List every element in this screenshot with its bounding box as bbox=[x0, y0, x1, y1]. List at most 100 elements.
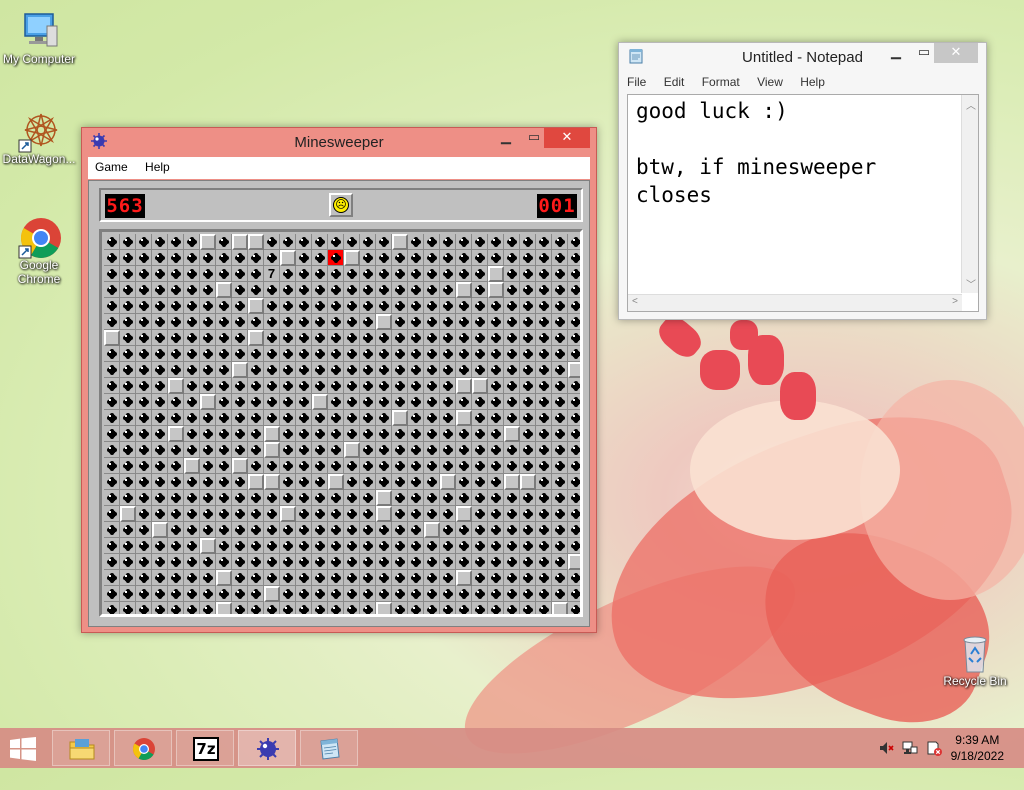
mine-cell[interactable] bbox=[392, 426, 408, 442]
mine-cell[interactable] bbox=[296, 474, 312, 490]
mine-cell[interactable] bbox=[472, 474, 488, 490]
mine-cell[interactable] bbox=[376, 458, 392, 474]
mine-cell[interactable] bbox=[504, 570, 520, 586]
mine-cell[interactable] bbox=[328, 538, 344, 554]
mine-cell[interactable] bbox=[488, 570, 504, 586]
mine-cell[interactable] bbox=[408, 346, 424, 362]
mine-cell[interactable] bbox=[344, 410, 360, 426]
mine-cell[interactable] bbox=[472, 394, 488, 410]
mine-cell[interactable] bbox=[440, 298, 456, 314]
mine-cell[interactable] bbox=[248, 602, 264, 614]
mine-cell[interactable] bbox=[568, 282, 580, 298]
mine-cell[interactable] bbox=[136, 474, 152, 490]
mine-cell[interactable] bbox=[376, 266, 392, 282]
mine-cell[interactable] bbox=[456, 538, 472, 554]
mine-cell[interactable] bbox=[440, 394, 456, 410]
mine-cell[interactable] bbox=[456, 554, 472, 570]
mine-cell[interactable] bbox=[184, 554, 200, 570]
mine-cell[interactable] bbox=[344, 378, 360, 394]
mine-cell[interactable] bbox=[568, 314, 580, 330]
unrevealed-cell[interactable] bbox=[328, 474, 344, 490]
mine-cell[interactable] bbox=[312, 458, 328, 474]
taskbar-file-explorer[interactable] bbox=[52, 730, 110, 766]
mine-cell[interactable] bbox=[376, 378, 392, 394]
mine-cell[interactable] bbox=[456, 458, 472, 474]
mine-cell[interactable] bbox=[168, 538, 184, 554]
mine-cell[interactable] bbox=[168, 602, 184, 614]
mine-cell[interactable] bbox=[552, 490, 568, 506]
mine-cell[interactable] bbox=[472, 234, 488, 250]
mine-cell[interactable] bbox=[248, 554, 264, 570]
mine-cell[interactable] bbox=[344, 362, 360, 378]
mine-cell[interactable] bbox=[120, 266, 136, 282]
mine-cell[interactable] bbox=[136, 234, 152, 250]
mine-cell[interactable] bbox=[440, 378, 456, 394]
mine-cell[interactable] bbox=[424, 442, 440, 458]
mine-cell[interactable] bbox=[280, 458, 296, 474]
mine-cell[interactable] bbox=[328, 522, 344, 538]
mine-cell[interactable] bbox=[248, 314, 264, 330]
mine-cell[interactable] bbox=[472, 490, 488, 506]
mine-cell[interactable] bbox=[200, 378, 216, 394]
unrevealed-cell[interactable] bbox=[104, 330, 120, 346]
mine-cell[interactable] bbox=[536, 410, 552, 426]
mine-cell[interactable] bbox=[184, 586, 200, 602]
mine-cell[interactable] bbox=[232, 410, 248, 426]
mine-cell[interactable] bbox=[216, 410, 232, 426]
mine-cell[interactable] bbox=[312, 442, 328, 458]
unrevealed-cell[interactable] bbox=[376, 602, 392, 614]
mine-cell[interactable] bbox=[328, 378, 344, 394]
unrevealed-cell[interactable] bbox=[456, 378, 472, 394]
mine-cell[interactable] bbox=[392, 266, 408, 282]
mine-cell[interactable] bbox=[360, 522, 376, 538]
mine-cell[interactable] bbox=[360, 506, 376, 522]
mine-cell[interactable] bbox=[456, 298, 472, 314]
mine-cell[interactable] bbox=[536, 602, 552, 614]
mine-cell[interactable] bbox=[216, 394, 232, 410]
unrevealed-cell[interactable] bbox=[472, 378, 488, 394]
unrevealed-cell[interactable] bbox=[488, 266, 504, 282]
mine-cell[interactable] bbox=[568, 506, 580, 522]
mine-cell[interactable] bbox=[216, 458, 232, 474]
unrevealed-cell[interactable] bbox=[216, 282, 232, 298]
mine-cell[interactable] bbox=[360, 298, 376, 314]
mine-cell[interactable] bbox=[200, 298, 216, 314]
mine-cell[interactable] bbox=[408, 570, 424, 586]
mine-cell[interactable] bbox=[552, 250, 568, 266]
unrevealed-cell[interactable] bbox=[392, 234, 408, 250]
mine-cell[interactable] bbox=[344, 522, 360, 538]
mine-cell[interactable] bbox=[136, 522, 152, 538]
mine-cell[interactable] bbox=[504, 346, 520, 362]
mine-cell[interactable] bbox=[280, 410, 296, 426]
mine-cell[interactable] bbox=[424, 602, 440, 614]
mine-cell[interactable] bbox=[168, 586, 184, 602]
reset-smiley-button[interactable]: ☹ bbox=[329, 193, 353, 217]
mine-cell[interactable] bbox=[344, 538, 360, 554]
mine-cell[interactable] bbox=[552, 538, 568, 554]
mine-cell[interactable] bbox=[440, 458, 456, 474]
mine-cell[interactable] bbox=[328, 586, 344, 602]
mine-cell[interactable] bbox=[312, 250, 328, 266]
mine-cell[interactable] bbox=[568, 266, 580, 282]
mine-cell[interactable] bbox=[296, 602, 312, 614]
mine-cell[interactable] bbox=[472, 538, 488, 554]
unrevealed-cell[interactable] bbox=[280, 506, 296, 522]
mine-cell[interactable] bbox=[312, 426, 328, 442]
mine-cell[interactable] bbox=[424, 282, 440, 298]
mine-cell[interactable] bbox=[152, 506, 168, 522]
mine-cell[interactable] bbox=[408, 394, 424, 410]
mine-cell[interactable] bbox=[456, 602, 472, 614]
mine-cell[interactable] bbox=[216, 298, 232, 314]
mine-cell[interactable] bbox=[376, 282, 392, 298]
mine-cell[interactable] bbox=[472, 282, 488, 298]
mine-cell[interactable] bbox=[456, 522, 472, 538]
mine-cell[interactable] bbox=[488, 586, 504, 602]
mine-cell[interactable] bbox=[216, 442, 232, 458]
unrevealed-cell[interactable] bbox=[456, 410, 472, 426]
mine-cell[interactable] bbox=[392, 394, 408, 410]
unrevealed-cell[interactable] bbox=[152, 522, 168, 538]
mine-cell[interactable] bbox=[248, 394, 264, 410]
mine-cell[interactable] bbox=[280, 314, 296, 330]
volume-muted-icon[interactable] bbox=[878, 740, 894, 756]
mine-cell[interactable] bbox=[168, 570, 184, 586]
